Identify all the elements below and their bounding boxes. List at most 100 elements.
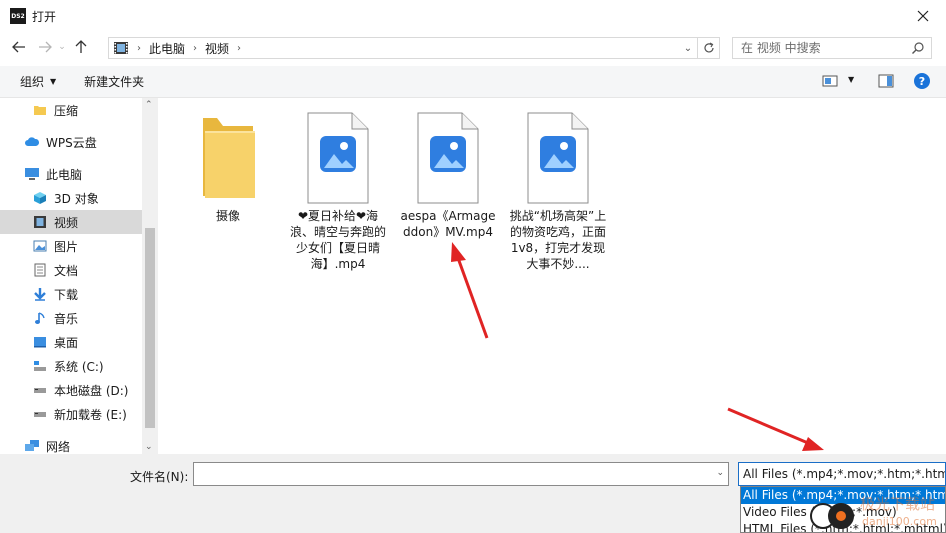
desktop-icon — [32, 334, 48, 350]
picture-icon — [32, 238, 48, 254]
preview-pane-button[interactable] — [878, 74, 894, 91]
file-name: 摄像 — [215, 209, 240, 223]
app-icon: DS2 — [10, 8, 26, 24]
new-folder-button[interactable]: 新建文件夹 — [84, 73, 144, 90]
file-item-video[interactable]: 挑战“机场高架”上的物资吃鸡，正面1v8，打完才发现大事不妙.... — [508, 112, 608, 272]
scroll-up-icon[interactable]: ⌃ — [145, 100, 153, 110]
sidebar-item-videos[interactable]: 视频 — [0, 210, 142, 234]
close-button[interactable] — [900, 0, 946, 32]
drive-icon — [32, 382, 48, 398]
folder-icon — [193, 112, 263, 204]
help-button[interactable]: ? — [914, 73, 930, 89]
arrow-right-icon — [39, 41, 52, 53]
chevron-down-icon: ⌄ — [58, 42, 66, 52]
sidebar-scrollbar[interactable]: ⌃ ⌄ — [142, 98, 158, 454]
preview-pane-icon — [878, 74, 894, 88]
file-list: 摄像 ❤夏日补给❤海浪、晴空与奔跑的少女们【夏日晴海】.mp4 aespa《Ar… — [160, 98, 946, 454]
filename-label: 文件名(N): — [130, 470, 189, 484]
watermark-text: 极光下载站 — [860, 495, 936, 513]
file-item-folder[interactable]: 摄像 — [178, 112, 278, 224]
sidebar-item-this-pc[interactable]: 此电脑 — [0, 162, 142, 186]
recent-locations-button[interactable]: ⌄ — [56, 36, 68, 58]
file-name: ❤夏日补给❤海浪、晴空与奔跑的少女们【夏日晴海】.mp4 — [289, 209, 386, 271]
system-drive-icon — [32, 358, 48, 374]
sidebar-item-label: WPS云盘 — [46, 135, 97, 150]
sidebar-item-label: 下载 — [54, 287, 79, 302]
sidebar-item-documents[interactable]: 文档 — [0, 258, 142, 282]
sidebar-item-drive-c[interactable]: 系统 (C:) — [0, 354, 142, 378]
document-icon — [32, 262, 48, 278]
breadcrumb-separator[interactable]: › — [193, 43, 197, 54]
watermark-logo — [828, 503, 854, 529]
cube-icon — [32, 190, 48, 206]
cloud-icon — [24, 134, 40, 150]
sidebar-item-label: 压缩 — [54, 103, 79, 118]
close-icon — [917, 10, 929, 22]
file-item-video[interactable]: aespa《Armageddon》MV.mp4 — [398, 112, 498, 240]
refresh-icon — [703, 42, 714, 53]
video-file-icon — [303, 112, 373, 204]
file-type-select[interactable]: All Files (*.mp4;*.mov;*.htm;*.html;*.mh… — [738, 462, 946, 486]
sidebar-item-network[interactable]: 网络 — [0, 434, 142, 454]
scrollbar-thumb[interactable] — [145, 228, 155, 428]
search-box[interactable] — [732, 37, 932, 59]
address-bar[interactable]: › 此电脑 › 视频 › ⌄ — [108, 37, 698, 59]
sidebar-item-3d-objects[interactable]: 3D 对象 — [0, 186, 142, 210]
sidebar-item-label: 视频 — [54, 215, 79, 230]
chevron-down-icon[interactable]: ⌄ — [716, 468, 724, 478]
sidebar-item-wps-cloud[interactable]: WPS云盘 — [0, 130, 142, 154]
video-file-icon — [523, 112, 593, 204]
change-view-button[interactable] — [822, 74, 838, 88]
file-item-video[interactable]: ❤夏日补给❤海浪、晴空与奔跑的少女们【夏日晴海】.mp4 — [288, 112, 388, 272]
search-input[interactable] — [741, 41, 911, 55]
organize-label: 组织 — [20, 75, 45, 89]
sidebar-item-label: 本地磁盘 (D:) — [54, 383, 129, 398]
breadcrumb-videos[interactable]: 视频 — [205, 40, 229, 57]
filename-combobox[interactable]: ⌄ — [193, 462, 729, 486]
sidebar-item-downloads[interactable]: 下载 — [0, 282, 142, 306]
view-options-caret-icon[interactable]: ▼ — [848, 75, 854, 84]
file-name: 挑战“机场高架”上的物资吃鸡，正面1v8，打完才发现大事不妙.... — [509, 209, 607, 271]
watermark: 极光下载站 danji100.com — [810, 487, 946, 533]
sidebar-item-compress[interactable]: 压缩 — [0, 98, 142, 122]
sidebar-item-label: 文档 — [54, 263, 79, 278]
watermark-url: danji100.com — [862, 515, 937, 528]
search-icon[interactable] — [911, 41, 925, 55]
network-icon — [24, 438, 40, 454]
question-icon: ? — [918, 74, 926, 88]
sidebar-item-label: 新加载卷 (E:) — [54, 407, 127, 422]
organize-button[interactable]: 组织 ▼ — [20, 73, 56, 90]
chevron-down-icon: ⌄ — [683, 42, 693, 54]
sidebar-item-music[interactable]: 音乐 — [0, 306, 142, 330]
refresh-button[interactable] — [698, 37, 720, 59]
download-icon — [32, 286, 48, 302]
breadcrumb-separator[interactable]: › — [137, 43, 141, 54]
sidebar-item-drive-d[interactable]: 本地磁盘 (D:) — [0, 378, 142, 402]
sidebar-item-pictures[interactable]: 图片 — [0, 234, 142, 258]
back-button[interactable] — [8, 36, 30, 58]
address-dropdown-button[interactable]: ⌄ — [679, 38, 697, 58]
scroll-down-icon[interactable]: ⌄ — [145, 442, 153, 452]
computer-icon — [24, 166, 40, 182]
folder-icon — [32, 102, 48, 118]
forward-button[interactable] — [34, 36, 56, 58]
filename-input[interactable] — [194, 463, 704, 485]
breadcrumb-separator[interactable]: › — [237, 43, 241, 54]
arrow-left-icon — [12, 41, 25, 53]
view-icon — [822, 75, 838, 87]
caret-down-icon: ▼ — [50, 77, 57, 86]
title-bar: DS2 打开 — [0, 0, 946, 32]
video-file-icon — [413, 112, 483, 204]
up-button[interactable] — [70, 36, 92, 58]
file-name-bar: 文件名(N): ⌄ All Files (*.mp4;*.mov;*.htm;*… — [0, 454, 946, 533]
breadcrumb-this-pc[interactable]: 此电脑 — [149, 40, 185, 57]
window-title: 打开 — [32, 9, 57, 24]
sidebar-item-drive-e[interactable]: 新加载卷 (E:) — [0, 402, 142, 426]
arrow-up-icon — [75, 40, 87, 53]
sidebar-item-desktop[interactable]: 桌面 — [0, 330, 142, 354]
sidebar-item-label: 音乐 — [54, 311, 79, 326]
navigation-bar: ⌄ › 此电脑 › 视频 › ⌄ — [0, 32, 946, 62]
sidebar-item-label: 此电脑 — [46, 167, 83, 182]
sidebar-item-label: 系统 (C:) — [54, 359, 104, 374]
video-icon — [32, 214, 48, 230]
